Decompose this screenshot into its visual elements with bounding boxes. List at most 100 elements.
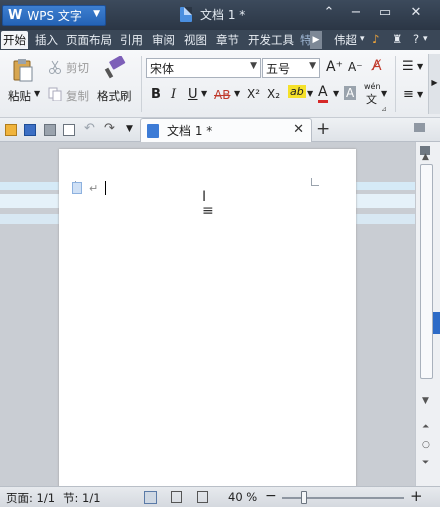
browse-object-icon[interactable]: ○ bbox=[422, 440, 430, 450]
italic-button[interactable]: I bbox=[171, 87, 176, 102]
ribbon: 粘贴 ▼ 剪切 复制 格式刷 宋体 ▼ 五号 ▼ A⁺ A⁻ A̸ B I U … bbox=[0, 50, 440, 118]
print-preview-icon[interactable] bbox=[63, 124, 75, 136]
zoom-out-button[interactable]: − bbox=[265, 488, 277, 504]
scroll-thumb[interactable] bbox=[420, 164, 433, 379]
close-tab-button[interactable]: ✕ bbox=[293, 122, 304, 137]
tab-page-layout[interactable]: 页面布局 bbox=[66, 32, 112, 48]
shirt-icon[interactable]: ♜ bbox=[392, 32, 402, 46]
char-shading-button[interactable]: A bbox=[344, 86, 357, 100]
format-painter-button[interactable]: 格式刷 bbox=[97, 88, 132, 104]
web-view-icon[interactable] bbox=[197, 491, 208, 503]
margin-corner bbox=[311, 178, 319, 186]
bullet-list-icon[interactable]: ☰ bbox=[402, 59, 414, 74]
app-menu-button[interactable]: W WPS 文字 ▼ bbox=[2, 5, 106, 26]
format-painter-icon bbox=[104, 55, 126, 83]
font-color-button[interactable]: A bbox=[318, 85, 328, 103]
status-bar: 页面: 1/1 节: 1/1 40 % − + bbox=[0, 486, 440, 507]
new-tab-button[interactable]: + bbox=[316, 119, 330, 139]
document-tab[interactable]: 文档 1 * ✕ bbox=[140, 118, 312, 142]
subscript-button[interactable]: X₂ bbox=[267, 87, 280, 101]
divider bbox=[141, 56, 142, 112]
print-icon[interactable] bbox=[44, 124, 56, 136]
document-icon bbox=[147, 123, 159, 138]
scroll-up-icon[interactable]: ▲ bbox=[422, 152, 429, 162]
font-name-combo[interactable]: 宋体 ▼ bbox=[146, 58, 261, 78]
redo-icon[interactable]: ↷ bbox=[104, 121, 115, 136]
chevron-down-icon[interactable]: ▼ bbox=[126, 124, 133, 134]
side-panel-toggle[interactable] bbox=[433, 312, 440, 334]
chevron-down-icon[interactable]: ▼ bbox=[307, 89, 313, 98]
chevron-down-icon[interactable]: ▼ bbox=[234, 89, 240, 98]
menu-bar: 开始 插入 页面布局 引用 审阅 视图 章节 开发工具 特 ▶ 伟超 ▾ ♪ ♜… bbox=[0, 30, 440, 50]
text-cursor bbox=[105, 181, 106, 195]
highlight-button[interactable]: ab bbox=[288, 85, 306, 98]
page-indicator[interactable]: 页面: 1/1 bbox=[6, 490, 55, 506]
ribbon-scroll-right[interactable]: ▶ bbox=[428, 54, 440, 114]
tab-insert[interactable]: 插入 bbox=[35, 32, 58, 48]
copy-button[interactable]: 复制 bbox=[66, 88, 89, 104]
grow-font-button[interactable]: A⁺ bbox=[326, 59, 343, 75]
page-view-icon[interactable] bbox=[144, 491, 157, 504]
phonetic-guide-button[interactable]: wén bbox=[364, 82, 381, 91]
chevron-down-icon[interactable]: ▼ bbox=[381, 89, 387, 98]
paste-button[interactable]: 粘贴 bbox=[8, 88, 31, 104]
zoom-level[interactable]: 40 % bbox=[228, 490, 257, 504]
tab-list-icon[interactable] bbox=[414, 123, 425, 132]
chevron-down-icon: ▾ bbox=[360, 34, 365, 44]
tab-developer[interactable]: 开发工具 bbox=[248, 32, 294, 48]
scroll-down-icon[interactable]: ▼ bbox=[422, 396, 429, 406]
chevron-right-icon[interactable]: ▶ bbox=[310, 31, 322, 49]
zoom-in-button[interactable]: + bbox=[410, 487, 423, 505]
font-size-combo[interactable]: 五号 ▼ bbox=[262, 58, 320, 78]
next-page-icon[interactable]: ⏷ bbox=[422, 458, 429, 468]
chevron-down-icon[interactable]: ▼ bbox=[417, 90, 423, 99]
document-area[interactable]: ↵ I ≡ bbox=[0, 142, 415, 486]
document-page[interactable]: ↵ I ≡ bbox=[59, 149, 356, 486]
chevron-down-icon[interactable]: ▼ bbox=[201, 89, 207, 98]
font-size-value: 五号 bbox=[266, 61, 291, 76]
close-button[interactable]: ✕ bbox=[405, 5, 427, 20]
clear-format-icon[interactable]: A̸ bbox=[372, 58, 382, 74]
chevron-down-icon[interactable]: ▼ bbox=[417, 62, 423, 71]
window-title-text: 文档 1 * bbox=[200, 8, 246, 22]
undo-icon[interactable]: ↶ bbox=[84, 121, 95, 136]
skin-icon[interactable]: ♪ bbox=[372, 32, 379, 46]
zoom-slider-thumb[interactable] bbox=[300, 491, 307, 504]
tab-references[interactable]: 引用 bbox=[120, 32, 143, 48]
help-button[interactable]: ? bbox=[413, 32, 419, 46]
ibeam-cursor-icon: I ≡ bbox=[202, 189, 214, 219]
wps-logo-icon: W bbox=[8, 8, 23, 23]
tab-review[interactable]: 审阅 bbox=[152, 32, 175, 48]
dialog-launcher-icon[interactable]: ⊿ bbox=[381, 105, 387, 113]
chevron-down-icon: ▾ bbox=[423, 34, 428, 44]
user-account[interactable]: 伟超 bbox=[334, 32, 357, 48]
prev-page-icon[interactable]: ⏶ bbox=[422, 422, 429, 432]
bold-button[interactable]: B bbox=[151, 87, 161, 102]
tab-chapter[interactable]: 章节 bbox=[216, 32, 239, 48]
align-left-icon[interactable]: ≡ bbox=[403, 87, 414, 102]
paragraph-mark-icon bbox=[72, 182, 82, 194]
copy-icon bbox=[48, 87, 62, 104]
cut-button[interactable]: 剪切 bbox=[66, 60, 89, 76]
superscript-button[interactable]: X² bbox=[247, 87, 260, 101]
tab-view[interactable]: 视图 bbox=[184, 32, 207, 48]
tab-home[interactable]: 开始 bbox=[1, 31, 28, 49]
paste-icon[interactable] bbox=[12, 58, 34, 82]
maximize-button[interactable]: ▭ bbox=[374, 5, 396, 20]
chevron-down-icon[interactable]: ▼ bbox=[250, 61, 257, 71]
chevron-down-icon[interactable]: ▼ bbox=[34, 89, 40, 98]
save-icon[interactable] bbox=[24, 124, 36, 136]
minimize-button[interactable]: − bbox=[345, 5, 367, 20]
ribbon-collapse-button[interactable]: ⌃ bbox=[318, 5, 340, 20]
open-folder-icon[interactable] bbox=[5, 124, 17, 136]
shrink-font-button[interactable]: A⁻ bbox=[348, 60, 363, 74]
strikethrough-button[interactable]: AB bbox=[214, 88, 230, 102]
chevron-down-icon[interactable]: ▼ bbox=[309, 61, 316, 71]
underline-button[interactable]: U bbox=[188, 87, 198, 102]
section-indicator[interactable]: 节: 1/1 bbox=[63, 490, 101, 506]
title-bar: W WPS 文字 ▼ 文档 1 * ⌃ − ▭ ✕ bbox=[0, 0, 440, 30]
window-title: 文档 1 * bbox=[180, 6, 245, 23]
outline-view-icon[interactable] bbox=[171, 491, 182, 503]
chevron-down-icon[interactable]: ▼ bbox=[333, 89, 339, 98]
phonetic-char: 文 bbox=[366, 93, 377, 106]
